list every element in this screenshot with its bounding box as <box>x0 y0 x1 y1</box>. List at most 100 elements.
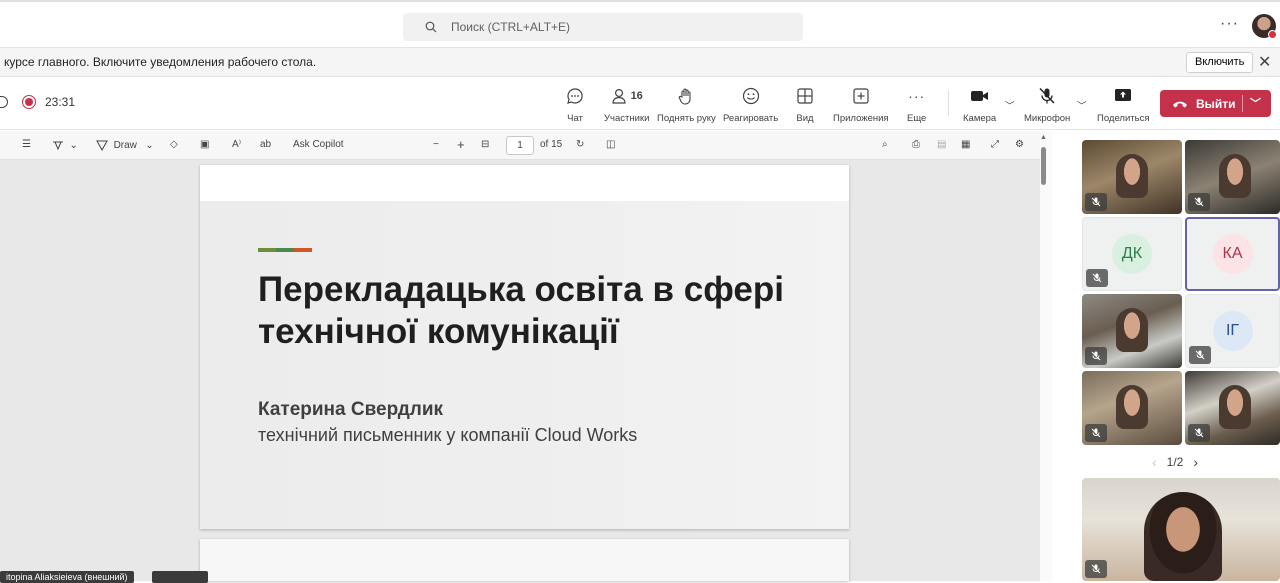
enable-notifications-button[interactable]: Включить <box>1186 52 1254 73</box>
chevron-right-icon[interactable]: › <box>1193 454 1198 470</box>
read-aloud-icon[interactable]: A⁾ <box>232 139 241 150</box>
participants-count: 16 <box>630 90 643 102</box>
participant-tile[interactable]: ІГ <box>1185 294 1280 368</box>
add-app-icon <box>853 88 869 104</box>
mic-muted-icon <box>1085 424 1107 442</box>
mic-muted-icon <box>1188 424 1210 442</box>
fit-page-icon[interactable]: ⊟ <box>481 139 489 150</box>
slide-header-strip <box>200 165 849 201</box>
chevron-left-icon[interactable]: ‹ <box>1152 454 1157 470</box>
react-button[interactable]: Реагировать <box>723 86 778 124</box>
more-button[interactable]: ··· Еще <box>907 86 926 124</box>
page-view-icon[interactable]: ◫ <box>606 139 615 150</box>
share-icon <box>1115 89 1132 101</box>
mic-muted-icon <box>1085 347 1107 365</box>
leave-button[interactable]: Выйти ﹀ <box>1160 90 1271 117</box>
participant-tile[interactable] <box>1185 371 1280 445</box>
apps-button[interactable]: Приложения <box>833 86 889 124</box>
page-total: of 15 <box>540 139 563 150</box>
participant-tile[interactable] <box>1082 371 1182 445</box>
vertical-scrollbar[interactable]: ▲ <box>1040 131 1052 581</box>
camera-icon <box>970 91 988 101</box>
text-box-icon[interactable]: ▣ <box>200 139 209 150</box>
print-icon[interactable]: ⎙ <box>912 139 920 150</box>
mic-muted-icon <box>1085 193 1107 211</box>
ask-copilot-button[interactable]: Ask Copilot <box>293 139 344 150</box>
mic-off-icon <box>1039 87 1055 104</box>
translate-icon[interactable]: ab <box>260 139 271 150</box>
status-badge <box>1268 30 1277 39</box>
contents-icon[interactable]: ☰ <box>22 139 31 150</box>
mic-label: Микрофон <box>1024 113 1071 124</box>
save-icon[interactable]: ▤ <box>937 139 946 150</box>
eraser-icon[interactable]: ◇ <box>170 139 178 150</box>
draw-label: Draw <box>113 139 137 151</box>
apps-label: Приложения <box>833 113 889 124</box>
participant-tile[interactable] <box>1082 140 1182 214</box>
participant-tile[interactable] <box>1082 294 1182 368</box>
chat-icon <box>567 88 583 104</box>
mic-muted-icon <box>1085 560 1107 578</box>
participants-label: Участники <box>604 113 650 124</box>
slide-author: Катерина Свердлик <box>258 399 444 420</box>
leave-dropdown-icon[interactable]: ﹀ <box>1250 95 1261 111</box>
zoom-in-icon[interactable]: + <box>457 137 465 152</box>
share-button[interactable]: Поделиться <box>1097 86 1149 124</box>
pen-icon <box>96 140 108 151</box>
zoom-out-icon[interactable]: − <box>433 139 439 150</box>
search-box[interactable]: Поиск (CTRL+ALT+E) <box>403 13 803 41</box>
raise-hand-label: Поднять руку <box>657 113 716 124</box>
slide-title: Перекладацька освіта в сфері технічної к… <box>258 270 784 351</box>
search-icon[interactable]: ⌕ <box>882 139 888 150</box>
fullscreen-icon[interactable]: ⤢ <box>991 139 999 150</box>
mic-dropdown-icon[interactable]: ﹀ <box>1077 98 1087 112</box>
close-icon[interactable]: ✕ <box>1258 52 1271 72</box>
camera-label: Камера <box>963 113 997 124</box>
scrollbar-thumb[interactable] <box>1041 147 1046 185</box>
search-placeholder: Поиск (CTRL+ALT+E) <box>451 20 571 34</box>
leave-label: Выйти <box>1196 96 1236 111</box>
mic-button[interactable]: Микрофон <box>1024 86 1070 124</box>
participant-initials: КА <box>1212 234 1253 274</box>
pager-text: 1/2 <box>1166 455 1184 469</box>
view-button[interactable]: Вид <box>796 86 814 124</box>
participant-tile[interactable]: КА <box>1185 217 1280 291</box>
settings-icon[interactable]: ⚙ <box>1015 139 1024 150</box>
user-avatar[interactable] <box>1252 14 1277 39</box>
participant-video <box>1219 385 1251 429</box>
title-bar: Поиск (CTRL+ALT+E) ··· <box>0 0 1280 48</box>
participant-video <box>1144 492 1222 581</box>
camera-dropdown-icon[interactable]: ﹀ <box>1005 98 1015 112</box>
pdf-toolbar: ☰ ⌄ Draw ⌄ ◇ ▣ A⁾ ab Ask Copilot − + ⊟ 1… <box>0 131 1040 160</box>
record-icon <box>22 95 36 109</box>
participant-tile[interactable] <box>1185 140 1280 214</box>
chat-button[interactable]: Чат <box>566 86 584 124</box>
divider <box>948 90 949 116</box>
more-options-icon[interactable]: ··· <box>1220 15 1239 33</box>
rotate-icon[interactable]: ↻ <box>576 139 584 150</box>
draw-tool[interactable]: Draw ⌄ <box>96 139 154 151</box>
participant-initials: ДК <box>1112 234 1152 274</box>
gallery-pager: ‹ 1/2 › <box>1152 454 1198 470</box>
mic-muted-icon <box>1189 346 1211 364</box>
raise-hand-button[interactable]: Поднять руку <box>657 86 716 124</box>
participant-video <box>1116 154 1148 198</box>
recording-indicator: 23:31 <box>0 95 75 109</box>
presenter-nameplate-controls <box>152 571 208 583</box>
participant-tile[interactable]: ДК <box>1082 217 1182 291</box>
self-view-tile[interactable] <box>1082 478 1280 581</box>
scroll-up-icon[interactable]: ▲ <box>1040 134 1047 141</box>
react-label: Реагировать <box>723 113 779 124</box>
save-as-icon[interactable]: ▦ <box>961 139 970 150</box>
camera-button[interactable]: Камера <box>963 86 996 124</box>
accent-segment <box>258 248 276 252</box>
hangup-icon <box>1173 101 1187 107</box>
participants-button[interactable]: 16 Участники <box>604 86 649 124</box>
leave-divider <box>1242 95 1243 112</box>
grid-view-icon <box>797 88 813 104</box>
next-slide-preview <box>200 539 849 581</box>
page-number-input[interactable]: 1 <box>506 136 534 155</box>
search-icon <box>425 21 437 33</box>
highlight-icon[interactable]: ⌄ <box>52 139 78 151</box>
mic-muted-icon <box>1086 269 1108 287</box>
